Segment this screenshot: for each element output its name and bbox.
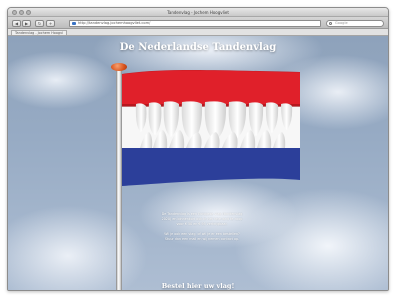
reload-button[interactable]: ↻ (35, 20, 44, 27)
info-paragraph: Wil je ook een vlag, of wil je er een be… (164, 232, 240, 241)
page-title: De Nederlandse Tandenvlag (119, 42, 277, 53)
back-button[interactable]: ◀ (12, 20, 21, 27)
forward-button[interactable]: ▶ (22, 20, 31, 27)
address-bar[interactable]: http://tandenvlag.jochemhoogvliet.com/ (69, 20, 321, 27)
flag-red-band (122, 70, 300, 106)
info-text-block: De Tandenvlag is een Europese vlag (tand… (160, 212, 244, 247)
search-field[interactable]: Google (326, 20, 384, 27)
browser-window: Tandenvlag - Jochem Hoogvliet ◀ ▶ ↻ + ht… (7, 7, 389, 291)
search-icon (329, 22, 332, 25)
site-favicon-icon (72, 22, 76, 25)
window-title: Tandenvlag - Jochem Hoogvliet (167, 10, 229, 15)
title-bar: Tandenvlag - Jochem Hoogvliet (8, 8, 388, 17)
page-content: De Nederlandse Tandenvlag De Tandenvlag … (8, 36, 388, 290)
browser-toolbar: ◀ ▶ ↻ + http://tandenvlag.jochemhoogvlie… (8, 17, 388, 29)
page-tab[interactable]: Tandenvlag - Jochem Hoogvl (11, 30, 68, 35)
order-flag-link[interactable]: Bestel hier uw vlag! (118, 282, 278, 290)
search-placeholder: Google (335, 21, 348, 25)
teeth-flag (122, 70, 300, 186)
info-paragraph: De Tandenvlag is een Europese vlag (tand… (161, 212, 243, 226)
flag-blue-band (122, 148, 300, 186)
address-bar-url: http://tandenvlag.jochemhoogvliet.com/ (78, 21, 151, 25)
bookmarks-bar: Tandenvlag - Jochem Hoogvl (8, 29, 388, 36)
add-bookmark-button[interactable]: + (46, 20, 55, 27)
